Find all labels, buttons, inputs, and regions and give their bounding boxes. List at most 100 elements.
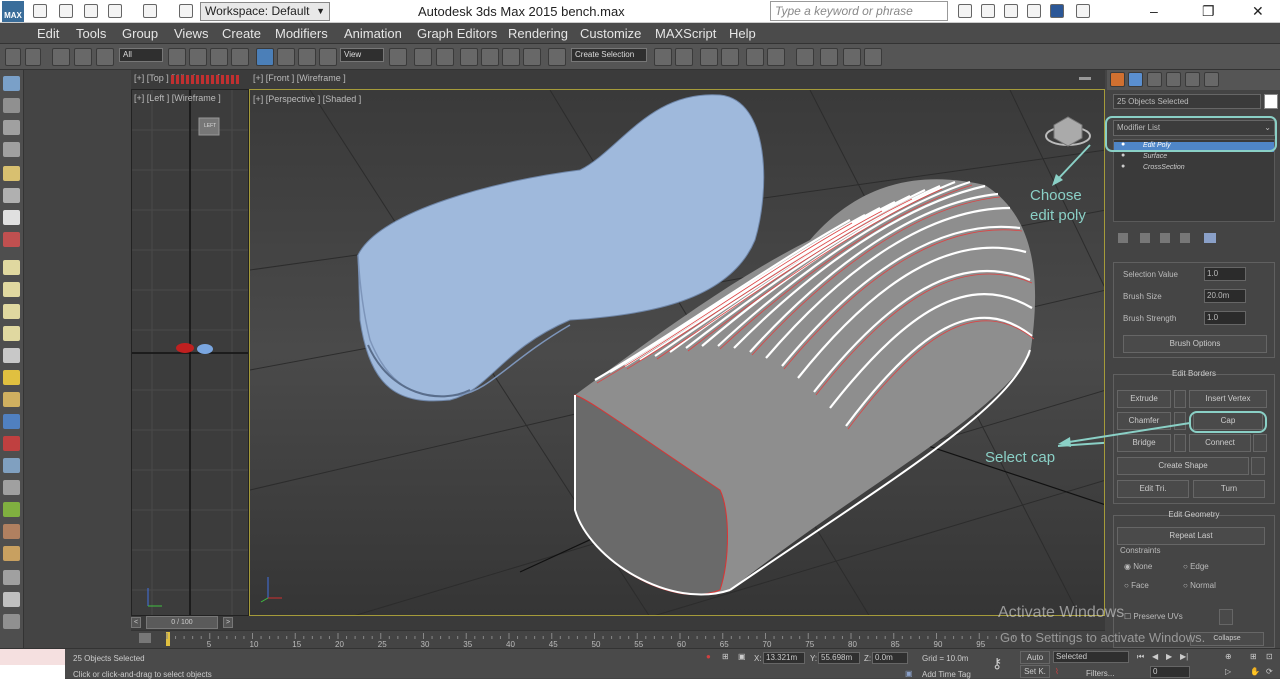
minimize-icon[interactable]: –: [1150, 3, 1158, 19]
set-key-button[interactable]: Set K.: [1020, 665, 1050, 678]
extrude-settings-icon[interactable]: [1174, 390, 1186, 408]
create-tab-icon[interactable]: [1110, 72, 1125, 87]
stack-item-surface[interactable]: ● Surface: [1114, 152, 1274, 163]
zoom-extents-icon[interactable]: ⊡: [1266, 652, 1273, 661]
constraint-face-radio[interactable]: ○ Face: [1124, 581, 1149, 590]
motion-tab-icon[interactable]: [1166, 72, 1181, 87]
stack-item-crosssection[interactable]: ● CrossSection: [1114, 163, 1274, 174]
display-tab-icon[interactable]: [1185, 72, 1200, 87]
make-unique-icon[interactable]: [1160, 233, 1170, 243]
eye-icon[interactable]: ●: [1121, 163, 1125, 170]
perspective-viewport[interactable]: [+] [Perspective ] [Shaded ]: [249, 89, 1105, 616]
undo-icon[interactable]: [5, 48, 21, 66]
helper-icon[interactable]: [3, 210, 20, 225]
place-icon[interactable]: [319, 48, 337, 66]
menu-graph-editors[interactable]: Graph Editors: [417, 26, 497, 41]
create-shape-button[interactable]: Create Shape: [1117, 457, 1249, 475]
list-icon[interactable]: [3, 120, 20, 135]
undo-icon[interactable]: [108, 4, 122, 18]
space-warp-icon[interactable]: [3, 232, 20, 247]
toggle-scene-explorer-icon[interactable]: [700, 48, 718, 66]
time-slider[interactable]: < 0 / 100 >: [131, 616, 1105, 630]
utilities-tab-icon[interactable]: [1204, 72, 1219, 87]
close-icon[interactable]: ✕: [1252, 3, 1264, 20]
time-tag-icon[interactable]: ▣: [905, 669, 913, 678]
create-shape-settings-icon[interactable]: [1251, 457, 1265, 475]
menu-create[interactable]: Create: [222, 26, 261, 41]
cylinder-icon[interactable]: [3, 304, 20, 319]
key-icon[interactable]: [981, 4, 995, 18]
camera-icon[interactable]: [3, 188, 20, 203]
preserve-uvs-settings-icon[interactable]: [1219, 609, 1233, 625]
redo-icon[interactable]: [25, 48, 41, 66]
layer-explorer-icon[interactable]: [721, 48, 739, 66]
preserve-uvs-checkbox[interactable]: ☐ Preserve UVs: [1124, 612, 1183, 621]
front-viewport-label[interactable]: [+] [Front ] [Wireframe ]: [253, 73, 346, 83]
material-editor-icon[interactable]: [820, 48, 838, 66]
perspective-viewport-label[interactable]: [+] [Perspective ] [Shaded ]: [253, 94, 361, 104]
rotate-icon[interactable]: [277, 48, 295, 66]
brush-size-spinner[interactable]: 20.0m: [1204, 289, 1246, 303]
wrench-icon[interactable]: [3, 524, 20, 539]
maxscript-mini-listener[interactable]: [0, 665, 65, 679]
menu-views[interactable]: Views: [174, 26, 208, 41]
schematic-view-icon[interactable]: [796, 48, 814, 66]
isolate-icon[interactable]: ⊞: [722, 652, 729, 661]
extrude-button[interactable]: Extrude: [1117, 390, 1171, 408]
select-manipulate-icon[interactable]: [414, 48, 432, 66]
grid-icon[interactable]: [3, 592, 20, 607]
selection-filter-dropdown[interactable]: All: [119, 48, 163, 62]
app-logo-icon[interactable]: MAX: [2, 1, 24, 22]
subscription-icon[interactable]: [1004, 4, 1018, 18]
rectangular-selection-icon[interactable]: [210, 48, 228, 66]
box-icon[interactable]: [3, 260, 20, 275]
character-icon[interactable]: [3, 480, 20, 495]
render-icon[interactable]: [864, 48, 882, 66]
connect-settings-icon[interactable]: [1253, 434, 1267, 452]
time-slider-thumb[interactable]: 0 / 100: [146, 616, 218, 629]
search-input[interactable]: Type a keyword or phrase: [770, 1, 948, 21]
percent-snap-icon[interactable]: [502, 48, 520, 66]
brush-options-button[interactable]: Brush Options: [1123, 335, 1267, 353]
y-coordinate-field[interactable]: 55.698m: [818, 652, 860, 664]
field-of-view-icon[interactable]: ▷: [1225, 667, 1231, 676]
lock-selection-icon[interactable]: ●: [706, 652, 711, 661]
align-icon[interactable]: [675, 48, 693, 66]
reference-coordinate-dropdown[interactable]: View: [340, 48, 384, 62]
previous-frame-icon[interactable]: ◀: [1152, 652, 1158, 661]
eye-icon[interactable]: ●: [1121, 152, 1125, 159]
open-file-icon[interactable]: [59, 4, 73, 18]
scale-icon[interactable]: [298, 48, 316, 66]
z-coordinate-field[interactable]: 0.0m: [872, 652, 908, 664]
project-folder-icon[interactable]: [179, 4, 193, 18]
bone-icon[interactable]: [3, 436, 20, 451]
torus-icon[interactable]: [3, 326, 20, 341]
menu-rendering[interactable]: Rendering: [508, 26, 568, 41]
reactor-icon[interactable]: [3, 546, 20, 561]
key-icon[interactable]: ⚷: [992, 655, 1002, 672]
auto-key-button[interactable]: Auto: [1020, 651, 1050, 664]
cone-icon[interactable]: [3, 348, 20, 363]
settings-icon[interactable]: [3, 570, 20, 585]
remove-modifier-icon[interactable]: [1180, 233, 1190, 243]
time-slider-next[interactable]: >: [223, 617, 233, 628]
edit-tri-button[interactable]: Edit Tri.: [1117, 480, 1189, 498]
connect-button[interactable]: Connect: [1189, 434, 1251, 452]
hierarchy-tab-icon[interactable]: [1147, 72, 1162, 87]
modify-tab-icon[interactable]: [1128, 72, 1143, 87]
spinner-snap-icon[interactable]: [523, 48, 541, 66]
brush-strength-spinner[interactable]: 1.0: [1204, 311, 1246, 325]
object-color-swatch[interactable]: [1264, 94, 1278, 109]
move-icon[interactable]: [256, 48, 274, 66]
keyboard-shortcut-icon[interactable]: [436, 48, 454, 66]
curve-editor-icon[interactable]: [767, 48, 785, 66]
viewport-minimize-icon[interactable]: [1079, 77, 1091, 80]
turn-button[interactable]: Turn: [1193, 480, 1265, 498]
time-slider-prev[interactable]: <: [131, 617, 141, 628]
menu-help[interactable]: Help: [729, 26, 756, 41]
configure-modifier-sets-icon[interactable]: [1204, 233, 1216, 243]
sphere-icon[interactable]: [3, 282, 20, 297]
help-icon[interactable]: [1076, 4, 1090, 18]
toggle-ribbon-icon[interactable]: [746, 48, 764, 66]
constraint-none-radio[interactable]: ◉ None: [1124, 562, 1152, 571]
